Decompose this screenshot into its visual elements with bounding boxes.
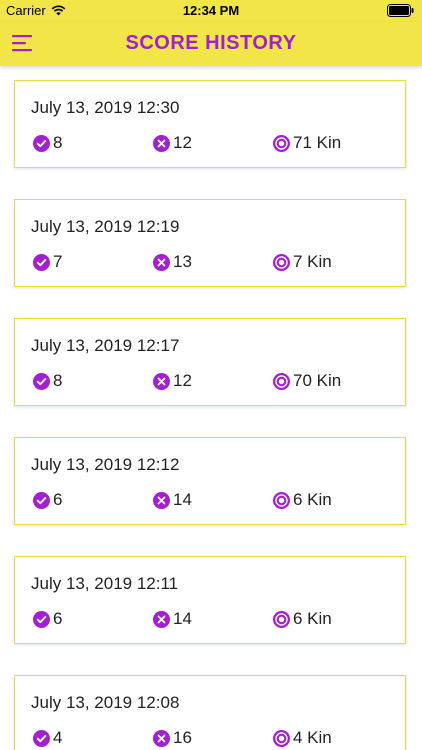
card-date: July 13, 2019 12:19: [31, 217, 180, 236]
kin-value: 71 Kin: [293, 133, 342, 152]
wrong-value: 12: [173, 371, 192, 390]
wrong-count: 13: [153, 252, 192, 272]
correct-value: 8: [53, 133, 63, 152]
check-circle-icon: [33, 372, 50, 390]
correct-value: 7: [53, 252, 63, 271]
score-card[interactable]: July 13, 2019 12:08 4 16 4 Kin: [14, 675, 406, 750]
correct-value: 4: [53, 728, 63, 747]
kin-coin-icon: [273, 372, 290, 390]
score-card[interactable]: July 13, 2019 12:19 7 13 7 Kin: [14, 199, 406, 287]
wrong-value: 16: [173, 728, 192, 747]
correct-count: 8: [33, 133, 62, 153]
wrong-value: 14: [173, 609, 192, 628]
nav-bar: SCORE HISTORY: [0, 22, 422, 66]
check-circle-icon: [33, 491, 50, 509]
kin-coin-icon: [273, 491, 290, 509]
score-card[interactable]: July 13, 2019 12:11 6 14 6 Kin: [14, 556, 406, 644]
wrong-count: 12: [153, 133, 192, 153]
check-circle-icon: [33, 729, 50, 747]
kin-earned: 6 Kin: [273, 490, 332, 510]
correct-value: 6: [53, 609, 63, 628]
x-circle-icon: [153, 372, 170, 390]
status-time: 12:34 PM: [182, 3, 240, 18]
wrong-count: 16: [153, 728, 192, 748]
correct-value: 6: [53, 490, 63, 509]
x-circle-icon: [153, 610, 170, 628]
card-date: July 13, 2019 12:08: [31, 693, 180, 712]
card-date: July 13, 2019 12:30: [31, 98, 180, 117]
x-circle-icon: [153, 134, 170, 152]
wrong-count: 14: [153, 609, 192, 629]
wrong-value: 13: [173, 252, 192, 271]
score-history-list[interactable]: July 13, 2019 12:30 8 12 71 Kin July 13,…: [0, 66, 422, 750]
correct-count: 8: [33, 371, 62, 391]
wrong-value: 14: [173, 490, 192, 509]
check-circle-icon: [33, 610, 50, 628]
kin-earned: 71 Kin: [273, 133, 341, 153]
score-card[interactable]: July 13, 2019 12:12 6 14 6 Kin: [14, 437, 406, 525]
kin-coin-icon: [273, 253, 290, 271]
status-bar: Carrier 12:34 PM: [0, 0, 422, 22]
correct-count: 6: [33, 609, 62, 629]
check-circle-icon: [33, 253, 50, 271]
kin-value: 6 Kin: [293, 609, 332, 628]
wrong-value: 12: [173, 133, 192, 152]
x-circle-icon: [153, 729, 170, 747]
kin-value: 70 Kin: [293, 371, 342, 390]
correct-count: 7: [33, 252, 62, 272]
score-card[interactable]: July 13, 2019 12:30 8 12 71 Kin: [14, 80, 406, 168]
kin-value: 4 Kin: [293, 728, 332, 747]
x-circle-icon: [153, 491, 170, 509]
battery-icon: [387, 4, 414, 22]
kin-value: 7 Kin: [293, 252, 332, 271]
kin-coin-icon: [273, 134, 290, 152]
card-date: July 13, 2019 12:17: [31, 336, 180, 355]
kin-coin-icon: [273, 729, 290, 747]
wrong-count: 12: [153, 371, 192, 391]
score-card[interactable]: July 13, 2019 12:17 8 12 70 Kin: [14, 318, 406, 406]
correct-value: 8: [53, 371, 63, 390]
card-date: July 13, 2019 12:11: [31, 574, 179, 593]
wrong-count: 14: [153, 490, 192, 510]
kin-earned: 6 Kin: [273, 609, 332, 629]
correct-count: 6: [33, 490, 62, 510]
page-title: SCORE HISTORY: [125, 32, 297, 54]
correct-count: 4: [33, 728, 62, 748]
check-circle-icon: [33, 134, 50, 152]
kin-earned: 70 Kin: [273, 371, 341, 391]
kin-earned: 7 Kin: [273, 252, 332, 272]
card-date: July 13, 2019 12:12: [31, 455, 180, 474]
x-circle-icon: [153, 253, 170, 271]
kin-value: 6 Kin: [293, 490, 332, 509]
kin-earned: 4 Kin: [273, 728, 332, 748]
kin-coin-icon: [273, 610, 290, 628]
